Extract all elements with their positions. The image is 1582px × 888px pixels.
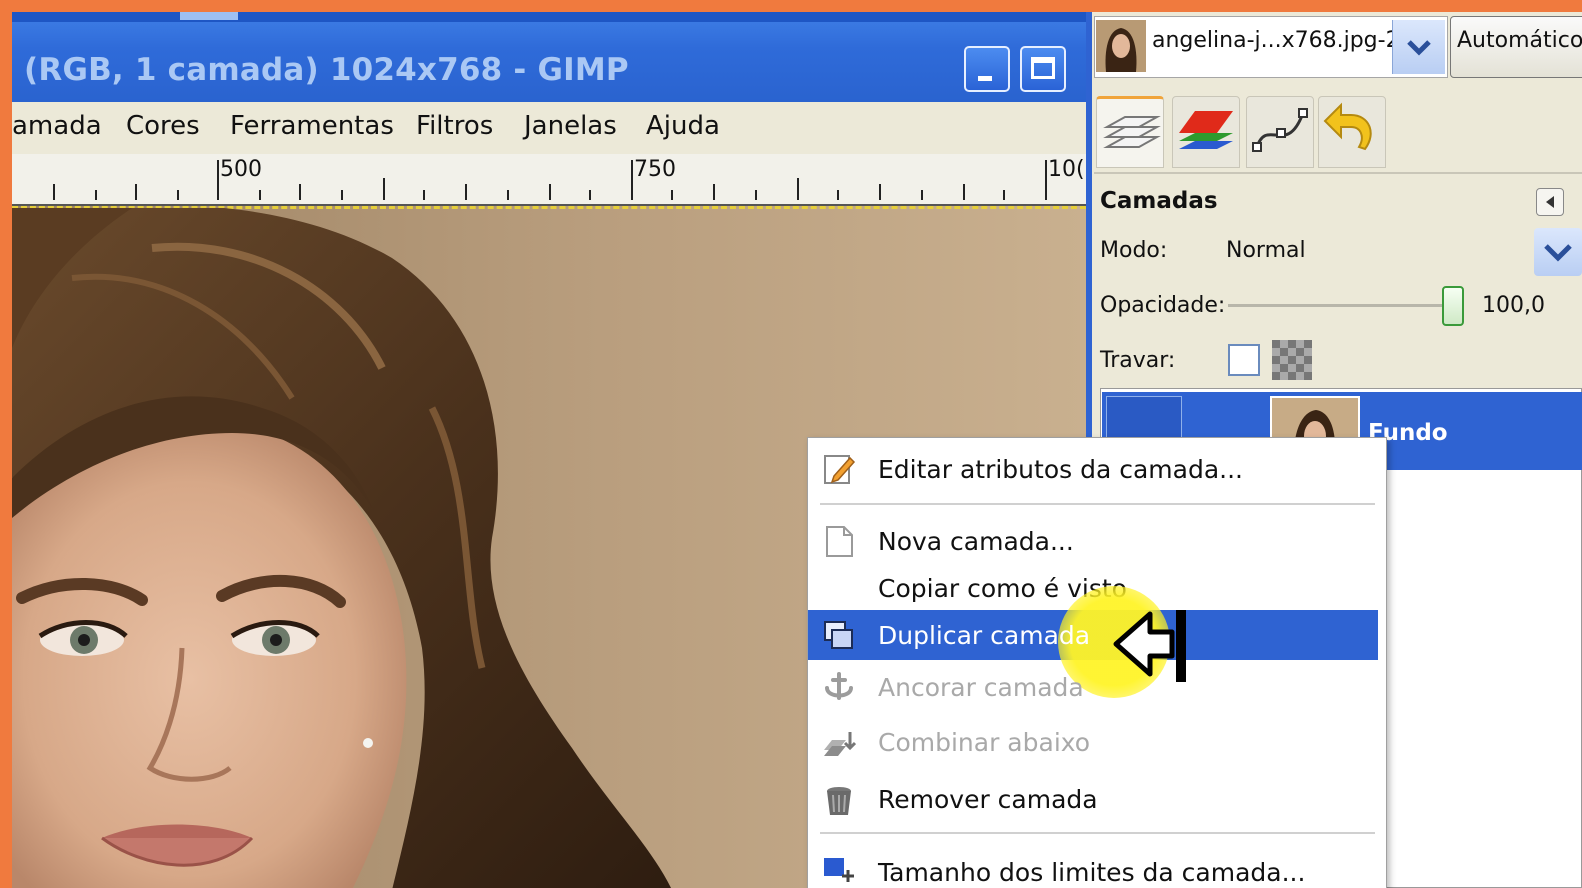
- ruler-ticks: [53, 160, 1047, 200]
- layers-icon: [1103, 116, 1161, 148]
- minimize-icon: [978, 76, 992, 81]
- duplicate-icon: [824, 621, 853, 649]
- paths-icon: [1252, 108, 1308, 152]
- menu-item-duplicate-layer[interactable]: Duplicar camada: [878, 621, 1090, 650]
- menu-item-new-layer[interactable]: Nova camada...: [878, 527, 1074, 556]
- layer-boundary-icon: [824, 858, 854, 882]
- mode-value[interactable]: Normal: [1226, 238, 1306, 263]
- maximize-button[interactable]: [1020, 46, 1066, 92]
- maximize-icon: [1031, 57, 1055, 79]
- trash-icon: [827, 787, 851, 815]
- menu-separator: [820, 503, 1375, 505]
- menu-item-layer-boundary-size[interactable]: Tamanho dos limites da camada...: [878, 858, 1305, 887]
- auto-button-label: Automático: [1457, 28, 1582, 53]
- merge-down-icon: [824, 732, 856, 756]
- tab-channels[interactable]: [1172, 96, 1240, 168]
- panel-menu-button[interactable]: [1536, 188, 1564, 216]
- minimize-button[interactable]: [964, 46, 1010, 92]
- ruler-label-750: 750: [634, 157, 676, 182]
- menu-windows[interactable]: Janelas: [524, 111, 617, 141]
- opacity-slider-track[interactable]: [1228, 304, 1448, 307]
- undo-icon: [1323, 102, 1372, 151]
- chevron-down-icon: [1407, 40, 1431, 56]
- window-title: (RGB, 1 camada) 1024x768 - GIMP: [24, 52, 629, 88]
- tab-divider: [1094, 172, 1582, 174]
- image-thumbnail: [1096, 20, 1146, 72]
- lock-alpha-checkbox[interactable]: [1272, 340, 1312, 380]
- triangle-left-icon: [1546, 196, 1554, 208]
- menu-item-anchor-layer[interactable]: Ancorar camada: [878, 673, 1084, 702]
- image-name: angelina-j...x768.jpg-2: [1152, 28, 1400, 53]
- menu-separator: [820, 832, 1375, 834]
- horizontal-ruler[interactable]: [12, 154, 1086, 206]
- edit-icon: [824, 455, 856, 484]
- lock-pixels-checkbox[interactable]: [1228, 344, 1260, 376]
- menu-layer[interactable]: amada: [12, 111, 102, 141]
- menu-item-merge-down[interactable]: Combinar abaixo: [878, 728, 1090, 757]
- screen: (RGB, 1 camada) 1024x768 - GIMP amada Co…: [12, 12, 1582, 888]
- menu-help[interactable]: Ajuda: [646, 111, 720, 141]
- menu-filters[interactable]: Filtros: [416, 111, 493, 141]
- ruler-label-1000: 10(: [1048, 157, 1085, 182]
- channels-icon: [1179, 111, 1233, 149]
- lock-label: Travar:: [1100, 348, 1176, 373]
- new-layer-icon: [826, 526, 853, 557]
- mode-dropdown-button[interactable]: [1534, 228, 1582, 276]
- panel-title: Camadas: [1100, 188, 1218, 214]
- menu-item-delete-layer[interactable]: Remover camada: [878, 785, 1098, 814]
- opacity-value[interactable]: 100,0: [1482, 293, 1545, 318]
- opacity-label: Opacidade:: [1100, 293, 1226, 318]
- tab-paths[interactable]: [1246, 96, 1314, 168]
- mode-label: Modo:: [1100, 238, 1168, 263]
- title-bar[interactable]: (RGB, 1 camada) 1024x768 - GIMP: [12, 12, 1086, 102]
- anchor-icon: [825, 672, 853, 700]
- menu-item-edit-layer-attributes[interactable]: Editar atributos da camada...: [878, 455, 1243, 484]
- menu-tools[interactable]: Ferramentas: [230, 111, 394, 141]
- tab-layers[interactable]: [1096, 96, 1164, 168]
- opacity-slider-handle[interactable]: [1442, 286, 1464, 326]
- mouse-pointer-icon: [1113, 610, 1186, 682]
- chevron-down-icon: [1544, 244, 1572, 262]
- image-dropdown-button[interactable]: [1392, 20, 1445, 74]
- menu-colors[interactable]: Cores: [126, 111, 200, 141]
- ruler-label-500: 500: [220, 157, 262, 182]
- tab-undo-history[interactable]: [1318, 96, 1386, 168]
